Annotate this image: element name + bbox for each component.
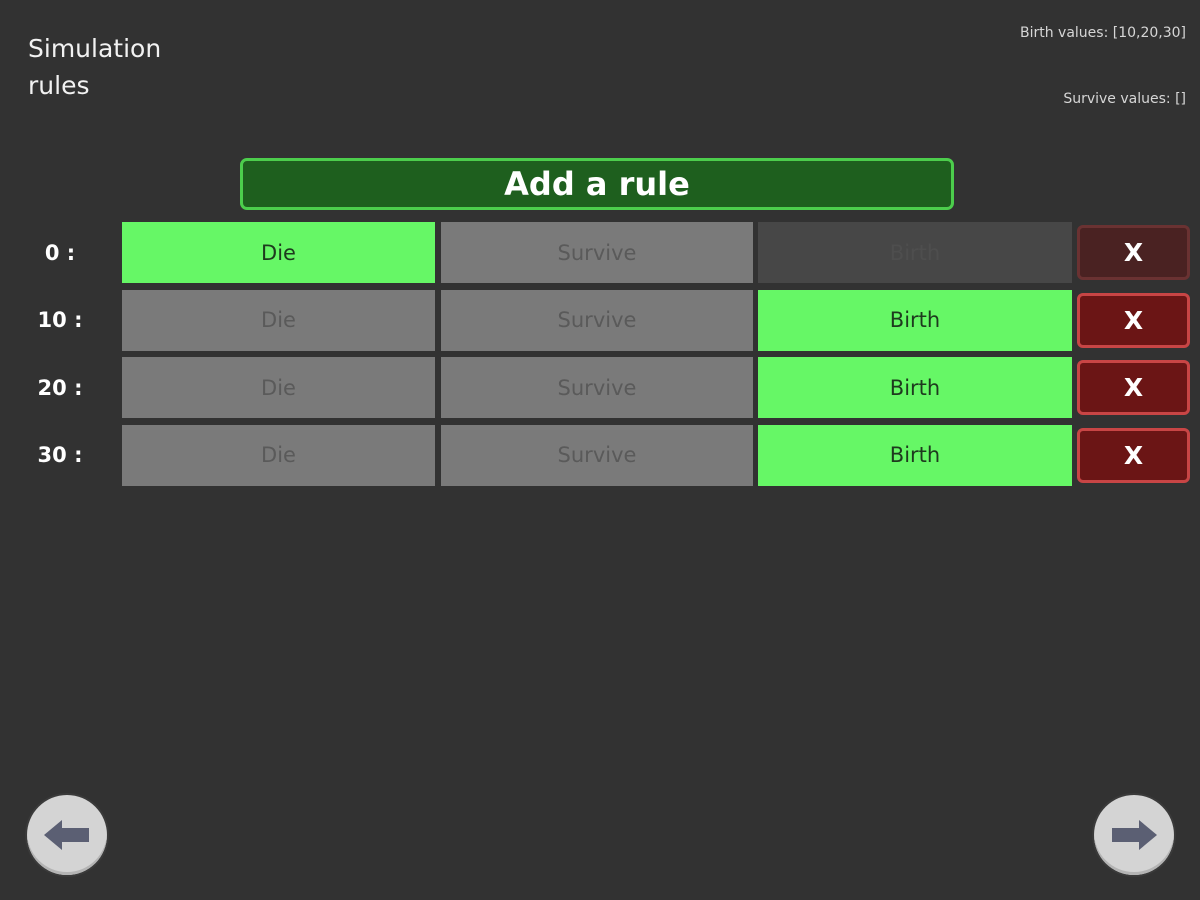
delete-rule-button[interactable]: X [1077, 360, 1190, 415]
survive-option[interactable]: Survive [441, 424, 753, 486]
die-option[interactable]: Die [122, 289, 435, 351]
rule-row: 0 : Die Survive Birth X [0, 222, 1200, 283]
rule-row: 20 : Die Survive Birth X [0, 357, 1200, 418]
die-option[interactable]: Die [122, 222, 435, 283]
survive-option[interactable]: Survive [441, 289, 753, 351]
die-option[interactable]: Die [122, 424, 435, 486]
survive-option[interactable]: Survive [441, 357, 753, 418]
page-title: Simulation rules [28, 34, 162, 100]
back-button[interactable] [27, 795, 107, 875]
rules-table: 0 : Die Survive Birth X 10 : Die Survive… [0, 222, 1200, 492]
survive-values-text: Survive values: [] [1063, 91, 1186, 107]
forward-button[interactable] [1094, 795, 1174, 875]
rule-row: 30 : Die Survive Birth X [0, 424, 1200, 486]
delete-rule-button[interactable]: X [1077, 225, 1190, 280]
birth-option[interactable]: Birth [758, 424, 1072, 486]
arrow-left-icon [44, 820, 89, 850]
rule-row: 10 : Die Survive Birth X [0, 289, 1200, 351]
rule-label: 30 : [37, 443, 83, 467]
birth-option[interactable]: Birth [758, 222, 1072, 283]
survive-option[interactable]: Survive [441, 222, 753, 283]
arrow-right-icon [1112, 820, 1157, 850]
delete-rule-button[interactable]: X [1077, 292, 1190, 348]
rule-label: 20 : [37, 375, 83, 400]
die-option[interactable]: Die [122, 357, 435, 418]
birth-option[interactable]: Birth [758, 357, 1072, 418]
delete-rule-button[interactable]: X [1077, 427, 1190, 483]
birth-option[interactable]: Birth [758, 289, 1072, 351]
add-rule-button[interactable]: Add a rule [240, 158, 954, 210]
rule-label: 0 : [44, 240, 76, 265]
rule-label: 10 : [37, 308, 83, 332]
birth-values-text: Birth values: [10,20,30] [1019, 25, 1186, 41]
